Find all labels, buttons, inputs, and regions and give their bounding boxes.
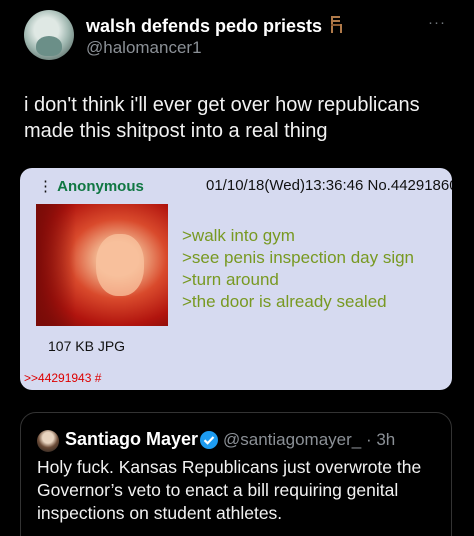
greentext: >walk into gym >see penis inspection day… [182,225,414,313]
greentext-line: >see penis inspection day sign [182,248,415,267]
quote-text: Holy fuck. Kansas Republicans just overw… [37,457,422,523]
quote-handle-time: @santiagomayer_ · 3h [223,430,396,449]
post-header: ⋮ Anonymous [38,177,144,195]
file-info: 107 KB JPG [48,338,126,354]
post-name: Anonymous [57,178,144,195]
greentext-line: >turn around [182,270,279,289]
post-image [36,204,168,326]
post-reply-link: >>44291943 # [24,371,102,385]
greentext-line: >the door is already sealed [182,292,387,311]
chair-icon [326,14,346,39]
post-icon: ⋮ [38,178,53,195]
username-handle[interactable]: @halomancer1 [86,38,202,58]
tweet-text: i don't think i'll ever get over how rep… [24,94,420,142]
post-meta: 01/10/18(Wed)13:36:46 No.44291860 [206,177,452,194]
verified-icon [199,430,219,455]
post-screenshot[interactable]: ⋮ Anonymous 01/10/18(Wed)13:36:46 No.442… [20,168,452,390]
more-options-icon[interactable]: ··· [428,14,446,31]
display-name[interactable]: walsh defends pedo priests [86,14,346,39]
quote-avatar [37,430,59,452]
quoted-tweet[interactable]: Santiago Mayer @santiagomayer_ · 3h Holy… [20,412,452,536]
greentext-line: >walk into gym [182,226,295,245]
quote-author-name: Santiago Mayer [65,429,199,449]
avatar[interactable] [24,10,74,60]
